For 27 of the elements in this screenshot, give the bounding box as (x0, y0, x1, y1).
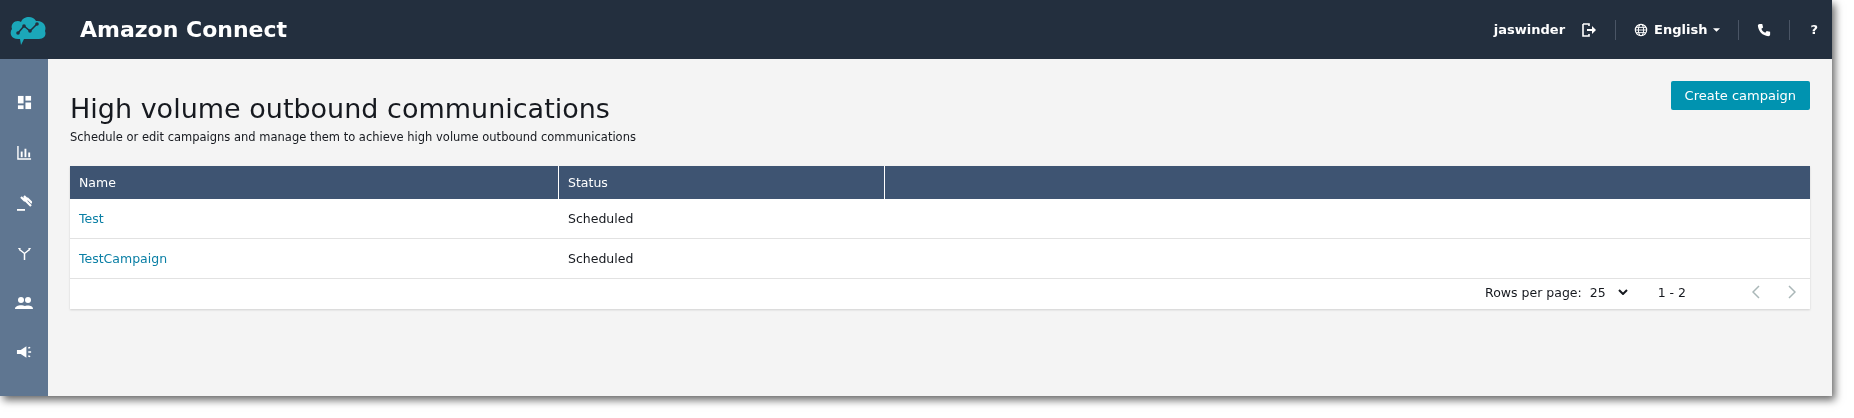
phone-icon[interactable] (1757, 22, 1772, 37)
status-text: Scheduled (568, 251, 634, 266)
logout-icon[interactable] (1581, 21, 1598, 38)
app-title: Amazon Connect (80, 17, 288, 42)
globe-icon (1634, 22, 1649, 37)
page-title: High volume outbound communications (70, 93, 611, 124)
caret-icon (1713, 27, 1721, 32)
rows-per-page-select[interactable]: 25 (1589, 284, 1628, 300)
create-campaign-button[interactable]: Create campaign (1670, 81, 1810, 110)
language-menu[interactable]: English (1634, 22, 1721, 37)
help-button[interactable]: ? (1808, 22, 1820, 37)
column-header: Status (559, 166, 885, 199)
chevron-down-icon (1617, 289, 1628, 295)
rows-per-page-label: Rows per page: (1485, 284, 1582, 300)
page-range: 1 - 2 (1657, 284, 1686, 300)
campaign-link[interactable]: Test (79, 211, 104, 226)
bar-chart-icon[interactable] (16, 145, 32, 160)
users-icon[interactable] (15, 296, 33, 310)
branch-icon[interactable] (16, 246, 32, 261)
status-text: Scheduled (568, 211, 634, 226)
gavel-icon[interactable] (16, 195, 32, 211)
column-header: Name (70, 166, 559, 199)
user-name: jaswinder (1493, 22, 1566, 37)
dashboard-icon[interactable] (16, 95, 32, 110)
page-subtitle: Schedule or edit campaigns and manage them to achieve high volume outbound communications (70, 130, 636, 144)
campaign-link[interactable]: TestCampaign (79, 251, 168, 266)
megaphone-icon[interactable] (15, 345, 33, 359)
